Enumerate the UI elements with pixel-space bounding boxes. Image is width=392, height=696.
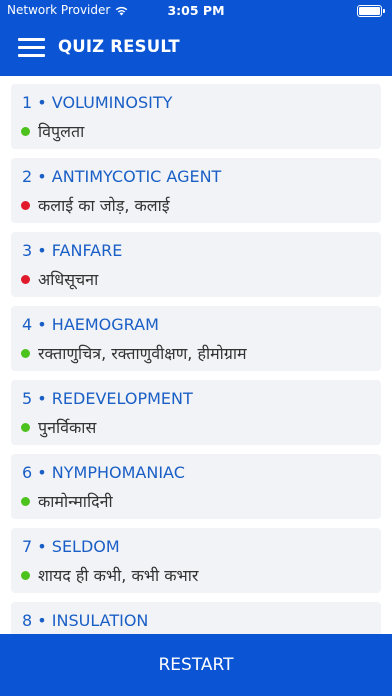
result-card[interactable]: 1 • VOLUMINOSITY विपुलता (11, 84, 381, 149)
answer-row: विपुलता (21, 120, 84, 142)
question-word: 8 • INSULATION (22, 611, 149, 630)
correct-dot-icon (21, 126, 30, 136)
status-bar: Network Provider 3:05 PM (0, 0, 392, 22)
answer-text: विपुलता (38, 122, 85, 141)
answer-row: अधिसूचना (21, 268, 98, 290)
results-list[interactable]: 1 • VOLUMINOSITY विपुलता 2 • ANTIMYCOTIC… (0, 76, 392, 634)
hamburger-menu-icon[interactable] (18, 38, 45, 58)
result-card[interactable]: 7 • SELDOM शायद ही कभी, कभी कभार (11, 528, 381, 593)
page-title: QUIZ RESULT (58, 37, 180, 56)
quiz-result-screen: Network Provider 3:05 PM QUIZ RESULT 1 •… (0, 0, 392, 696)
question-word: 4 • HAEMOGRAM (22, 315, 159, 334)
answer-row: कलाई का जोड़, कलाई (21, 194, 170, 216)
question-word: 1 • VOLUMINOSITY (22, 93, 173, 112)
answer-text: शायद ही कभी, कभी कभार (38, 566, 199, 585)
question-word: 7 • SELDOM (22, 537, 120, 556)
question-word: 3 • FANFARE (22, 241, 123, 260)
app-header: Network Provider 3:05 PM QUIZ RESULT (0, 0, 392, 76)
battery-icon (357, 5, 385, 17)
wrong-dot-icon (21, 200, 30, 210)
correct-dot-icon (21, 570, 30, 580)
answer-row: रक्ताणुचित्र, रक्ताणुवीक्षण, हीमोग्राम (21, 342, 247, 364)
answer-row: शायद ही कभी, कभी कभार (21, 564, 198, 586)
question-word: 2 • ANTIMYCOTIC AGENT (22, 167, 222, 186)
result-card[interactable]: 5 • REDEVELOPMENT पुनर्विकास (11, 380, 381, 445)
wrong-dot-icon (21, 274, 30, 284)
answer-row: कामोन्मादिनी (21, 490, 113, 512)
result-card[interactable]: 8 • INSULATION (11, 602, 381, 634)
question-word: 5 • REDEVELOPMENT (22, 389, 193, 408)
status-time: 3:05 PM (167, 3, 225, 18)
answer-text: अधिसूचना (38, 270, 99, 289)
question-word: 6 • NYMPHOMANIAC (22, 463, 185, 482)
answer-text: पुनर्विकास (38, 418, 97, 437)
answer-text: कामोन्मादिनी (38, 492, 113, 511)
answer-text: कलाई का जोड़, कलाई (38, 196, 170, 215)
result-card[interactable]: 6 • NYMPHOMANIAC कामोन्मादिनी (11, 454, 381, 519)
correct-dot-icon (21, 422, 30, 432)
correct-dot-icon (21, 348, 30, 358)
correct-dot-icon (21, 496, 30, 506)
result-card[interactable]: 2 • ANTIMYCOTIC AGENT कलाई का जोड़, कलाई (11, 158, 381, 223)
restart-button[interactable]: RESTART (0, 634, 392, 696)
nav-bar: QUIZ RESULT (0, 22, 392, 76)
result-card[interactable]: 3 • FANFARE अधिसूचना (11, 232, 381, 297)
answer-text: रक्ताणुचित्र, रक्ताणुवीक्षण, हीमोग्राम (38, 344, 247, 363)
result-card[interactable]: 4 • HAEMOGRAM रक्ताणुचित्र, रक्ताणुवीक्ष… (11, 306, 381, 371)
answer-row: पुनर्विकास (21, 416, 96, 438)
